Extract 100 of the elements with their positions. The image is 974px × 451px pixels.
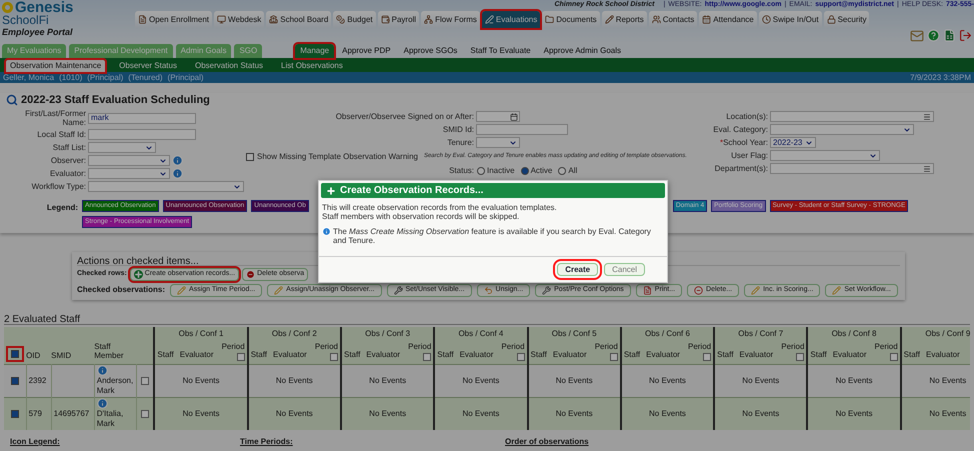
column-subheader: Staff xyxy=(437,348,454,360)
checkbox[interactable] xyxy=(6,346,24,362)
info-icon xyxy=(172,168,183,179)
text-field[interactable] xyxy=(88,129,196,140)
field-label: Workflow Type: xyxy=(30,182,86,191)
table-cell: No Events xyxy=(276,376,313,384)
help-icon[interactable] xyxy=(927,29,940,42)
pencil-icon xyxy=(274,286,284,294)
text-field[interactable] xyxy=(476,124,568,135)
section-tab[interactable]: List Observations xyxy=(277,60,347,72)
list-field[interactable] xyxy=(770,111,934,122)
dialog-button[interactable]: Cancel xyxy=(604,263,645,276)
dialog-text: Staff members with observation records will be skipped. xyxy=(322,212,520,221)
select-field[interactable] xyxy=(770,150,880,161)
sub-link[interactable]: Approve PDP xyxy=(337,44,396,58)
user-role: (Tenured) xyxy=(128,72,163,84)
column-subheader: Evaluator xyxy=(273,348,307,360)
dialog-title: Create Observation Records... xyxy=(340,184,484,198)
column-subheader: Period xyxy=(688,340,712,352)
checkbox-label: Show Missing Template Observation Warning xyxy=(257,150,418,162)
select-field[interactable] xyxy=(88,168,170,179)
table-cell: No Events xyxy=(556,376,593,384)
wrench-icon xyxy=(542,286,552,294)
nav-tab[interactable]: Attendance xyxy=(699,11,757,28)
select-field[interactable] xyxy=(770,124,914,135)
nav-tab[interactable]: School Board xyxy=(266,11,332,28)
section-tab[interactable]: Observation Maintenance xyxy=(6,60,106,72)
column-subheader: Staff xyxy=(624,348,640,360)
sub-tab[interactable]: Manage xyxy=(295,44,334,58)
school-icon xyxy=(269,15,278,24)
nav-tab[interactable]: Webdesk xyxy=(214,11,264,28)
nav-tab[interactable]: Flow Forms xyxy=(421,11,480,28)
checkbox[interactable] xyxy=(10,376,19,384)
chevron-down-icon xyxy=(805,138,813,146)
checkbox[interactable] xyxy=(10,410,19,418)
info-icon xyxy=(96,398,108,410)
checkbox[interactable] xyxy=(141,410,150,418)
checkbox[interactable] xyxy=(796,352,804,360)
checkbox[interactable] xyxy=(141,376,150,384)
column-subheader: Evaluator xyxy=(180,348,214,360)
nav-tab[interactable]: Reports xyxy=(602,11,647,28)
table-cell: No Events xyxy=(182,408,220,418)
checkbox[interactable] xyxy=(423,352,432,360)
table-cell: No Events xyxy=(556,408,593,418)
nav-tab[interactable]: Swipe In/Out xyxy=(758,11,822,28)
select-field[interactable] xyxy=(88,142,156,153)
table-cell: 2392 xyxy=(28,376,46,384)
select-field[interactable] xyxy=(88,155,170,166)
field-label: Location(s): xyxy=(726,110,768,122)
checkbox[interactable] xyxy=(330,352,338,360)
document-icon xyxy=(642,286,652,294)
column-subheader: Staff xyxy=(717,348,734,360)
staff-name[interactable]: D'Italia, Mark xyxy=(96,409,136,430)
nav-tab[interactable]: Budget xyxy=(333,11,376,28)
checkbox[interactable] xyxy=(610,352,618,360)
sub-link[interactable]: Staff To Evaluate xyxy=(465,44,536,58)
section-tab[interactable]: Observation Status xyxy=(190,60,268,72)
list-field[interactable] xyxy=(770,163,934,174)
staff-name[interactable]: Anderson, Mark xyxy=(96,376,136,396)
monitor-icon xyxy=(217,15,226,24)
sub-link[interactable]: Approve Admin Goals xyxy=(538,44,626,58)
column-header: SMID xyxy=(51,327,94,364)
dialog-info-text: The Mass Create Missing Observation feature is available if you search by Eval. Category and Tenure. xyxy=(333,227,652,245)
field-label: Status: xyxy=(448,164,474,176)
pencil-icon xyxy=(177,286,186,294)
sub-link[interactable]: Approve SGOs xyxy=(398,44,462,58)
table-cell: No Events xyxy=(836,376,872,384)
radio-button[interactable] xyxy=(520,166,529,174)
nav-tab[interactable]: Documents xyxy=(542,11,600,28)
radio-button[interactable] xyxy=(477,166,485,174)
spreadsheet-icon[interactable] xyxy=(943,29,956,42)
dialog-text: This will create observation records from the evaluation templates. xyxy=(322,203,558,212)
radio-button[interactable] xyxy=(558,166,566,174)
nav-tab[interactable]: Evaluations xyxy=(482,11,540,28)
required-mark: * xyxy=(720,136,724,148)
chevron-down-icon xyxy=(903,126,911,134)
field-label: First/Last/Former Name: xyxy=(24,109,86,127)
checkbox[interactable] xyxy=(246,152,254,160)
nav-tab[interactable]: Payroll xyxy=(378,11,420,28)
date-field[interactable] xyxy=(476,111,520,122)
section-tab[interactable]: Observer Status xyxy=(115,60,181,72)
mail-icon[interactable] xyxy=(910,28,924,42)
checkbox[interactable] xyxy=(703,352,712,360)
select-field[interactable] xyxy=(88,181,244,192)
nav-tab[interactable]: Contacts xyxy=(648,11,698,28)
row-label: Checked observations: xyxy=(77,284,166,296)
nav-tab[interactable]: Open Enrollment xyxy=(135,11,212,28)
pencil-icon xyxy=(832,286,842,294)
checkbox[interactable] xyxy=(236,352,245,360)
column-subheader: Period xyxy=(408,340,432,352)
nav-tab[interactable]: Security xyxy=(824,11,870,28)
column-subheader: Staff xyxy=(810,348,827,360)
checkbox[interactable] xyxy=(890,352,898,360)
select-field[interactable] xyxy=(476,137,520,148)
text-field[interactable]: mark xyxy=(88,112,196,124)
table-cell: No Events xyxy=(276,408,313,418)
column-header: Obs / Conf 5 xyxy=(528,327,621,340)
logout-icon[interactable] xyxy=(959,29,972,42)
checkbox[interactable] xyxy=(516,352,525,360)
select-field[interactable]: 2022-23 xyxy=(770,137,816,148)
